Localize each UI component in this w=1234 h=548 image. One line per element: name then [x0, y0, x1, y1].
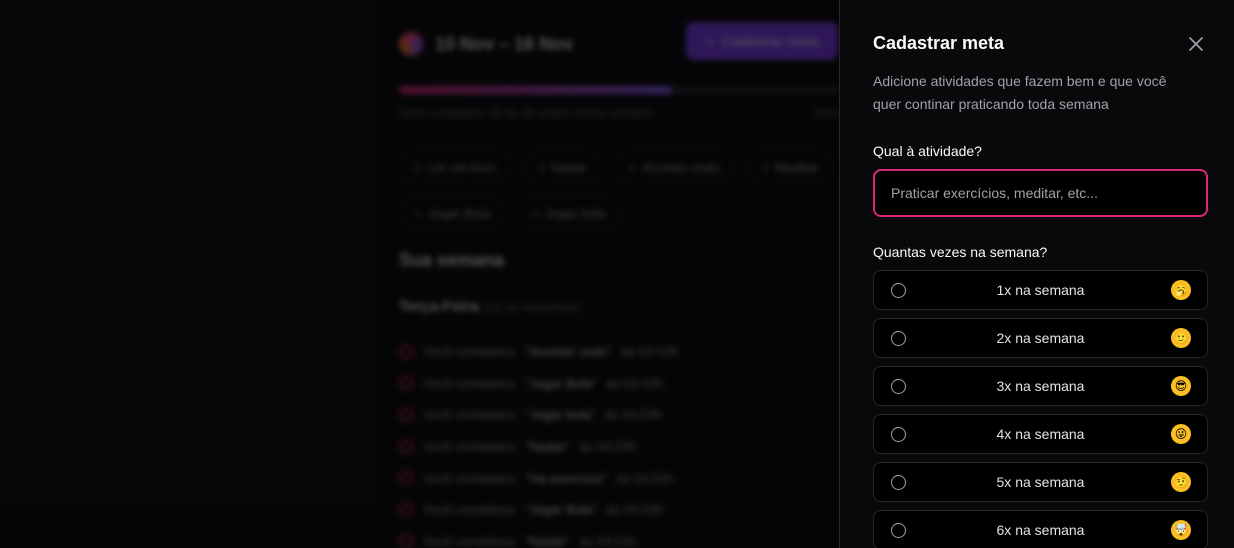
- activity-input[interactable]: [873, 169, 1208, 217]
- close-icon: [1189, 37, 1203, 51]
- option-label: 1x na semana: [996, 282, 1085, 298]
- frequency-option[interactable]: 3x na semana 😎: [873, 366, 1208, 406]
- option-label: 5x na semana: [996, 474, 1085, 490]
- modal-overlay[interactable]: [0, 0, 839, 548]
- emoji-icon: 😎: [1171, 376, 1191, 396]
- radio-icon[interactable]: [891, 475, 906, 490]
- close-button[interactable]: [1185, 33, 1207, 55]
- activity-label: Qual à atividade?: [873, 143, 982, 159]
- emoji-icon: 😜: [1171, 424, 1191, 444]
- radio-icon[interactable]: [891, 283, 906, 298]
- frequency-option[interactable]: 6x na semana 🤯: [873, 510, 1208, 548]
- emoji-icon: 🙂: [1171, 328, 1191, 348]
- frequency-options: 1x na semana 🥱 2x na semana 🙂 3x na semana 😎 4…: [873, 270, 1208, 548]
- option-label: 4x na semana: [996, 426, 1085, 442]
- radio-icon[interactable]: [891, 523, 906, 538]
- panel-title: Cadastrar meta: [873, 33, 1005, 53]
- radio-icon[interactable]: [891, 331, 906, 346]
- emoji-icon: 🤨: [1171, 472, 1191, 492]
- option-label: 6x na semana: [996, 522, 1085, 538]
- emoji-icon: 🤯: [1171, 520, 1191, 540]
- frequency-option[interactable]: 1x na semana 🥱: [873, 270, 1208, 310]
- frequency-option[interactable]: 5x na semana 🤨: [873, 462, 1208, 502]
- option-label: 3x na semana: [996, 378, 1085, 394]
- create-goal-panel: Cadastrar meta Adicione atividades que f…: [839, 0, 1234, 548]
- frequency-option[interactable]: 2x na semana 🙂: [873, 318, 1208, 358]
- option-label: 2x na semana: [996, 330, 1085, 346]
- frequency-label: Quantas vezes na semana?: [873, 244, 1048, 260]
- radio-icon[interactable]: [891, 427, 906, 442]
- panel-description: Adicione atividades que fazem bem e que …: [873, 73, 1167, 112]
- radio-icon[interactable]: [891, 379, 906, 394]
- emoji-icon: 🥱: [1171, 280, 1191, 300]
- frequency-option[interactable]: 4x na semana 😜: [873, 414, 1208, 454]
